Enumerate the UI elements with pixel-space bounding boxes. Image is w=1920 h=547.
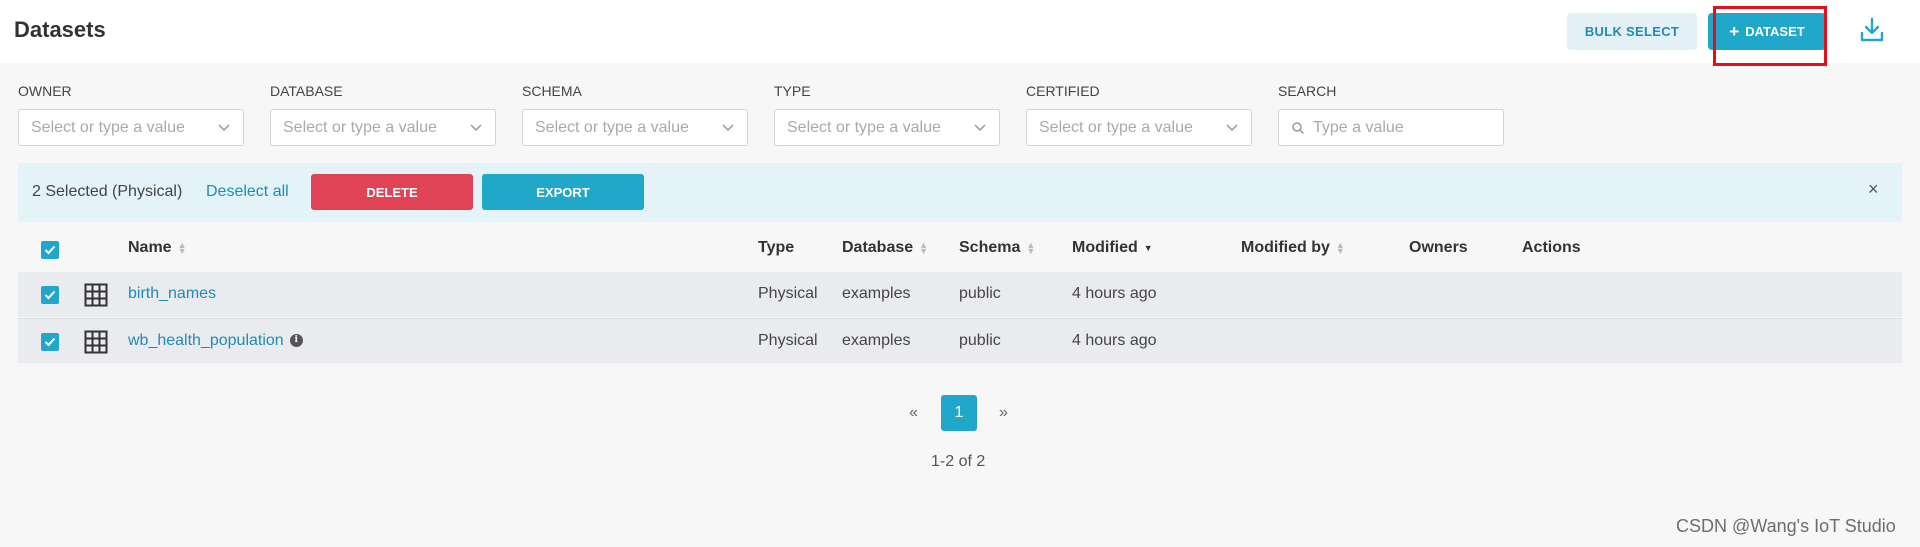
chevron-down-icon xyxy=(722,123,734,131)
column-label: Schema xyxy=(959,239,1021,256)
column-header-name[interactable]: Name ▲ ▼ xyxy=(128,239,187,257)
page-title: Datasets xyxy=(14,17,106,42)
column-label: Modified xyxy=(1072,239,1138,256)
column-header-owners: Owners xyxy=(1409,239,1468,257)
filter-label: SEARCH xyxy=(1278,83,1337,99)
export-button[interactable]: EXPORT xyxy=(482,174,644,210)
filter-type: TYPE Select or type a value xyxy=(774,83,1000,146)
select-placeholder: Select or type a value xyxy=(283,118,437,136)
filter-label: TYPE xyxy=(774,83,811,99)
chevron-down-icon xyxy=(1226,123,1238,131)
sort-desc-icon: ▼ xyxy=(1143,242,1153,253)
selected-count: 2 Selected (Physical) xyxy=(32,183,183,200)
pagination-page-1[interactable]: 1 xyxy=(941,395,977,431)
column-header-database[interactable]: Database ▲ ▼ xyxy=(842,239,928,257)
column-header-schema[interactable]: Schema ▲ ▼ xyxy=(959,239,1035,257)
column-label: Owners xyxy=(1409,239,1468,256)
delete-button[interactable]: DELETE xyxy=(311,174,473,210)
modified-cell: 4 hours ago xyxy=(1072,332,1157,349)
schema-select[interactable]: Select or type a value xyxy=(522,109,748,146)
sort-icon: ▲ ▼ xyxy=(1026,239,1036,256)
download-icon[interactable] xyxy=(1856,14,1888,46)
filter-owner: OWNER Select or type a value xyxy=(18,83,244,146)
pagination-count: 1-2 of 2 xyxy=(931,453,986,470)
row-checkbox[interactable] xyxy=(41,333,59,351)
database-cell: examples xyxy=(842,285,911,302)
sort-icon: ▲ ▼ xyxy=(177,239,187,256)
pagination-next[interactable]: » xyxy=(999,404,1008,422)
column-label: Name xyxy=(128,239,172,256)
add-dataset-label: DATASET xyxy=(1745,24,1805,39)
database-cell: examples xyxy=(842,332,911,349)
table-row[interactable]: birth_names Physical examples public 4 h… xyxy=(18,272,1902,317)
dataset-name-link[interactable]: birth_names xyxy=(128,285,216,303)
schema-cell: public xyxy=(959,332,1001,349)
plus-icon: + xyxy=(1729,22,1740,41)
filter-schema: SCHEMA Select or type a value xyxy=(522,83,748,146)
select-placeholder: Select or type a value xyxy=(31,118,185,136)
type-cell: Physical xyxy=(758,332,818,349)
column-label: Modified by xyxy=(1241,239,1330,256)
deselect-all-link[interactable]: Deselect all xyxy=(206,183,289,201)
column-label: Database xyxy=(842,239,914,256)
bulk-select-button[interactable]: BULK SELECT xyxy=(1567,13,1697,50)
chevron-down-icon xyxy=(470,123,482,131)
table-grid-icon xyxy=(84,283,108,307)
schema-cell: public xyxy=(959,285,1001,302)
close-icon[interactable]: × xyxy=(1868,179,1879,200)
filter-label: OWNER xyxy=(18,83,72,99)
search-input[interactable]: Type a value xyxy=(1278,109,1504,146)
check-icon xyxy=(44,290,56,300)
column-header-modified-by[interactable]: Modified by ▲ ▼ xyxy=(1241,239,1345,257)
table-row[interactable]: wb_health_population i Physical examples … xyxy=(18,318,1902,363)
column-header-actions: Actions xyxy=(1522,239,1581,257)
chevron-down-icon xyxy=(974,123,986,131)
certified-select[interactable]: Select or type a value xyxy=(1026,109,1252,146)
column-label: Type xyxy=(758,239,795,256)
pagination-prev[interactable]: « xyxy=(909,404,918,422)
column-header-modified[interactable]: Modified ▼ xyxy=(1072,239,1153,257)
type-select[interactable]: Select or type a value xyxy=(774,109,1000,146)
owner-select[interactable]: Select or type a value xyxy=(18,109,244,146)
select-all-checkbox[interactable] xyxy=(41,241,59,259)
sort-icon: ▲ ▼ xyxy=(1335,239,1345,256)
select-placeholder: Select or type a value xyxy=(535,118,689,136)
filter-label: SCHEMA xyxy=(522,83,582,99)
search-placeholder: Type a value xyxy=(1313,118,1404,136)
search-icon xyxy=(1292,121,1305,134)
filter-search: SEARCH Type a value xyxy=(1278,83,1504,146)
row-checkbox[interactable] xyxy=(41,286,59,304)
select-placeholder: Select or type a value xyxy=(1039,118,1193,136)
info-icon[interactable]: i xyxy=(289,334,303,348)
modified-cell: 4 hours ago xyxy=(1072,285,1157,302)
page-header: Datasets BULK SELECT + DATASET xyxy=(0,0,1920,66)
watermark: CSDN @Wang's IoT Studio xyxy=(1676,516,1896,536)
chevron-down-icon xyxy=(218,123,230,131)
bulk-actions-bar: 2 Selected (Physical) Deselect all DELET… xyxy=(18,163,1902,222)
filter-certified: CERTIFIED Select or type a value xyxy=(1026,83,1252,146)
filter-label: CERTIFIED xyxy=(1026,83,1100,99)
sort-icon: ▲ ▼ xyxy=(919,239,929,256)
table-header: Name ▲ ▼ Type Database ▲ ▼ Schema ▲ ▼ Modif… xyxy=(18,222,1902,272)
add-dataset-button[interactable]: + DATASET xyxy=(1708,13,1826,50)
dataset-name-link[interactable]: wb_health_population xyxy=(128,332,284,349)
dataset-name-cell: wb_health_population i xyxy=(128,332,303,350)
database-select[interactable]: Select or type a value xyxy=(270,109,496,146)
check-icon xyxy=(44,337,56,347)
filter-database: DATABASE Select or type a value xyxy=(270,83,496,146)
type-cell: Physical xyxy=(758,285,818,302)
table-grid-icon xyxy=(84,330,108,354)
filter-label: DATABASE xyxy=(270,83,343,99)
column-label: Actions xyxy=(1522,239,1581,256)
check-icon xyxy=(44,245,56,255)
column-header-type: Type xyxy=(758,239,794,257)
select-placeholder: Select or type a value xyxy=(787,118,941,136)
